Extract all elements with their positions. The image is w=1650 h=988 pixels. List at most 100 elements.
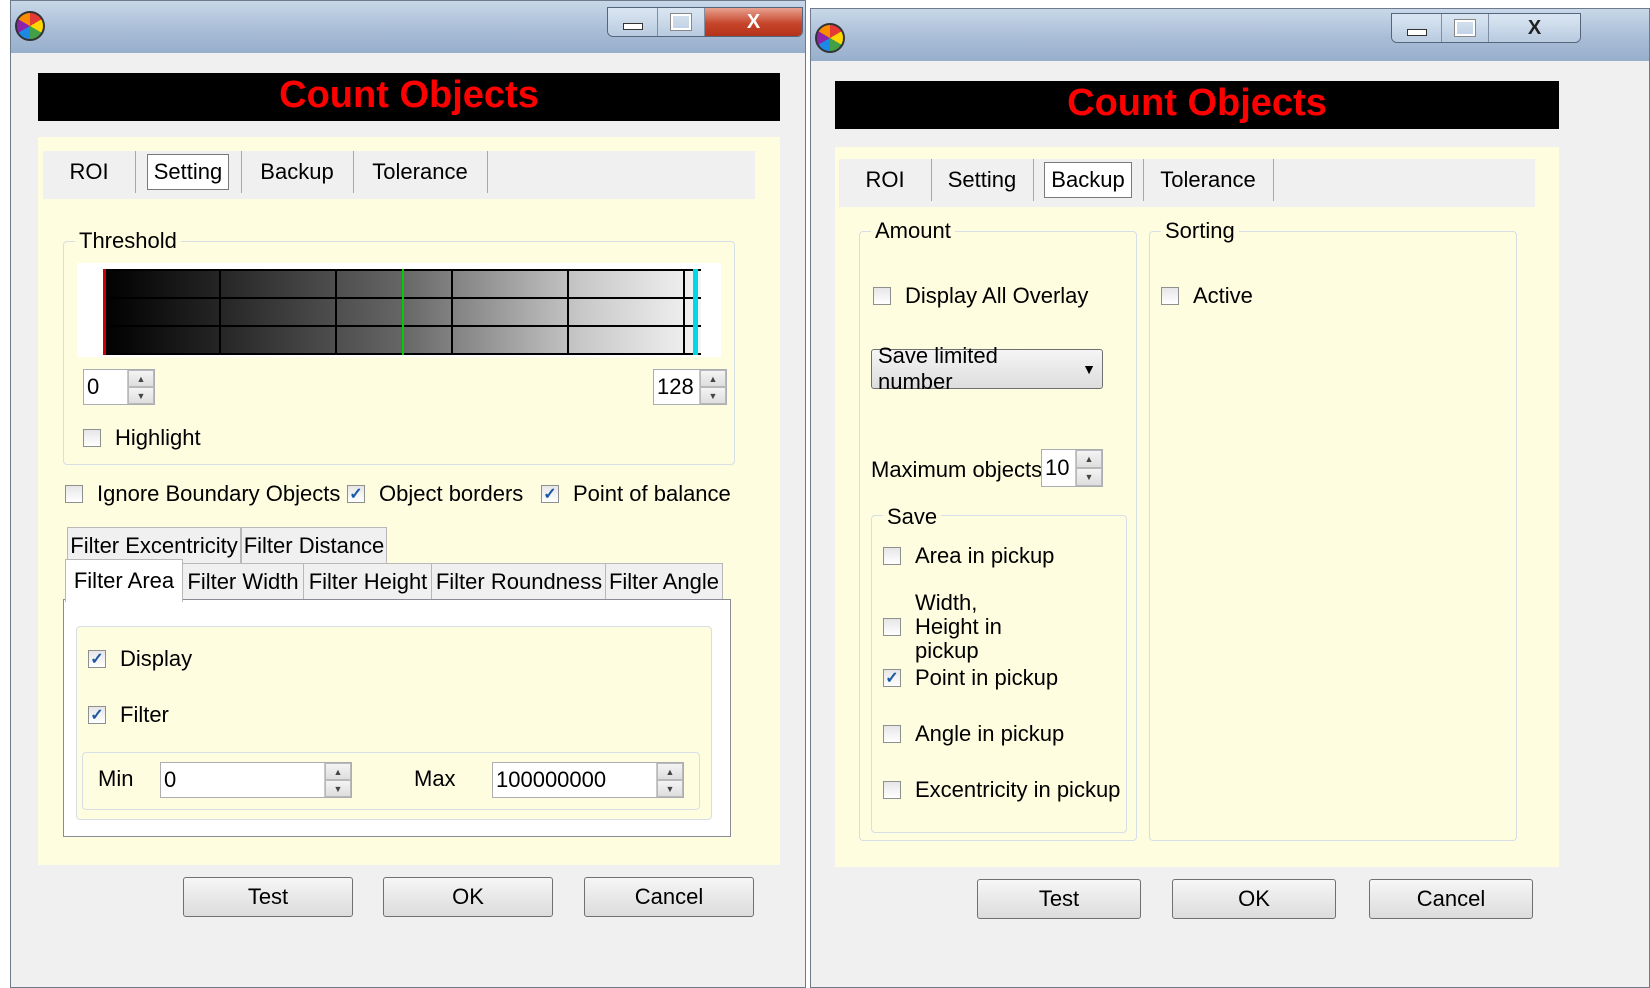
- point-in-pickup-checkbox[interactable]: ✓ Point in pickup: [883, 665, 1058, 691]
- tab-filter-area[interactable]: Filter Area: [65, 559, 183, 602]
- ok-button[interactable]: OK: [1172, 879, 1336, 919]
- check-icon[interactable]: ✓: [883, 669, 901, 687]
- tab-label: Filter Excentricity: [70, 533, 238, 558]
- display-label: Display: [120, 646, 193, 671]
- close-icon[interactable]: X: [1488, 14, 1580, 42]
- threshold-high-marker[interactable]: [693, 269, 698, 355]
- spin-up-icon[interactable]: ▲: [325, 763, 351, 780]
- test-button[interactable]: Test: [183, 877, 353, 917]
- angle-in-pickup-checkbox[interactable]: Angle in pickup: [883, 721, 1064, 747]
- width-height-in-pickup-checkbox[interactable]: Width, Height in pickup: [883, 591, 1083, 663]
- max-spinner[interactable]: ▲ ▼: [656, 763, 683, 797]
- check-icon[interactable]: ✓: [88, 706, 106, 724]
- filter-area-panel: ✓ Display ✓ Filter Min 0 ▲ ▼ Max 10000000…: [63, 599, 731, 837]
- test-button[interactable]: Test: [977, 879, 1141, 919]
- min-spinner[interactable]: ▲ ▼: [324, 763, 351, 797]
- cancel-button[interactable]: Cancel: [1369, 879, 1533, 919]
- highlight-label: Highlight: [115, 425, 201, 450]
- checkbox-box[interactable]: [883, 618, 901, 636]
- spin-down-icon[interactable]: ▼: [657, 780, 683, 797]
- threshold-low-marker[interactable]: [103, 269, 106, 355]
- option-label: Object borders: [379, 481, 524, 506]
- threshold-min-input[interactable]: 0 ▲ ▼: [83, 369, 155, 405]
- tab-label: Backup: [1044, 162, 1132, 198]
- threshold-mid-marker[interactable]: [402, 269, 404, 355]
- min-label: Min: [98, 766, 134, 791]
- threshold-max-input[interactable]: 128 ▲ ▼: [653, 369, 727, 405]
- check-icon[interactable]: ✓: [88, 650, 106, 668]
- maximum-objects-spinner[interactable]: ▲ ▼: [1075, 450, 1102, 486]
- filter-checkbox[interactable]: ✓ Filter: [88, 702, 169, 728]
- checkbox-box[interactable]: [883, 781, 901, 799]
- checkbox-box[interactable]: [65, 485, 83, 503]
- maximize-icon[interactable]: [658, 8, 706, 36]
- tab-filter-width[interactable]: Filter Width: [181, 563, 305, 600]
- spin-down-icon[interactable]: ▼: [325, 780, 351, 797]
- minimize-icon[interactable]: [608, 8, 659, 36]
- checkbox-box[interactable]: [883, 725, 901, 743]
- save-item-label: Angle in pickup: [915, 721, 1065, 746]
- spin-up-icon[interactable]: ▲: [657, 763, 683, 780]
- threshold-histogram[interactable]: [77, 263, 721, 357]
- tab-label: ROI: [865, 167, 905, 192]
- min-input[interactable]: 0 ▲ ▼: [160, 762, 352, 798]
- ignore-boundary-objects-checkbox[interactable]: Ignore Boundary Objects: [65, 481, 340, 507]
- save-group-label: Save: [883, 505, 942, 529]
- excentricity-in-pickup-checkbox[interactable]: Excentricity in pickup: [883, 777, 1120, 803]
- close-icon[interactable]: X: [705, 8, 802, 36]
- checkbox-box[interactable]: [873, 287, 891, 305]
- area-in-pickup-checkbox[interactable]: Area in pickup: [883, 543, 1054, 569]
- tab-label: Filter Height: [308, 569, 428, 594]
- tab-label: Setting: [146, 154, 230, 190]
- threshold-max-spinner[interactable]: ▲ ▼: [699, 370, 726, 404]
- tab-label: Backup: [260, 159, 334, 184]
- left-window-controls: X: [607, 7, 803, 37]
- check-icon[interactable]: ✓: [347, 485, 365, 503]
- app-logo-icon: [815, 23, 845, 53]
- tab-setting[interactable]: Setting: [135, 151, 242, 193]
- max-input[interactable]: 100000000 ▲ ▼: [492, 762, 684, 798]
- max-value: 100000000: [496, 767, 607, 792]
- spin-down-icon[interactable]: ▼: [700, 387, 726, 404]
- ok-button[interactable]: OK: [383, 877, 553, 917]
- tab-roi[interactable]: ROI: [839, 159, 932, 201]
- maximize-icon[interactable]: [1442, 14, 1489, 42]
- left-window: X Count Objects ROI Setting Backup Toler…: [10, 0, 806, 988]
- chevron-down-icon[interactable]: ▼: [1076, 361, 1102, 377]
- threshold-group-label: Threshold: [75, 229, 181, 253]
- tab-filter-angle[interactable]: Filter Angle: [605, 563, 723, 600]
- checkbox-box[interactable]: [883, 547, 901, 565]
- checkbox-box[interactable]: [83, 429, 101, 447]
- spin-up-icon[interactable]: ▲: [128, 370, 154, 387]
- checkbox-box[interactable]: [1161, 287, 1179, 305]
- tab-filter-distance[interactable]: Filter Distance: [241, 527, 387, 564]
- spin-up-icon[interactable]: ▲: [700, 370, 726, 387]
- save-item-label: Width, Height in pickup: [915, 590, 1002, 663]
- display-checkbox[interactable]: ✓ Display: [88, 646, 192, 672]
- tab-tolerance[interactable]: Tolerance: [353, 151, 488, 193]
- cancel-button[interactable]: Cancel: [584, 877, 754, 917]
- object-borders-checkbox[interactable]: ✓ Object borders: [347, 481, 523, 507]
- maximum-objects-input[interactable]: 10 ▲ ▼: [1041, 449, 1103, 487]
- threshold-min-spinner[interactable]: ▲ ▼: [127, 370, 154, 404]
- display-all-overlay-checkbox[interactable]: Display All Overlay: [873, 283, 1088, 309]
- tab-label: Filter Width: [187, 569, 299, 594]
- tab-backup[interactable]: Backup: [241, 151, 354, 193]
- tab-filter-roundness[interactable]: Filter Roundness: [431, 563, 607, 600]
- tab-setting[interactable]: Setting: [931, 159, 1034, 201]
- point-of-balance-checkbox[interactable]: ✓ Point of balance: [541, 481, 731, 507]
- minimize-icon[interactable]: [1392, 14, 1443, 42]
- check-icon[interactable]: ✓: [541, 485, 559, 503]
- tab-filter-height[interactable]: Filter Height: [303, 563, 433, 600]
- tab-roi[interactable]: ROI: [43, 151, 136, 193]
- tab-tolerance[interactable]: Tolerance: [1143, 159, 1274, 201]
- spin-down-icon[interactable]: ▼: [128, 387, 154, 404]
- save-mode-dropdown[interactable]: Save limited number ▼: [871, 343, 1103, 394]
- right-banner-title: Count Objects: [835, 81, 1559, 129]
- tab-backup[interactable]: Backup: [1033, 159, 1144, 201]
- spin-up-icon[interactable]: ▲: [1076, 450, 1102, 468]
- maximum-objects-value: 10: [1045, 455, 1070, 480]
- spin-down-icon[interactable]: ▼: [1076, 468, 1102, 486]
- highlight-checkbox[interactable]: Highlight: [83, 425, 201, 451]
- sorting-active-checkbox[interactable]: Active: [1161, 283, 1253, 309]
